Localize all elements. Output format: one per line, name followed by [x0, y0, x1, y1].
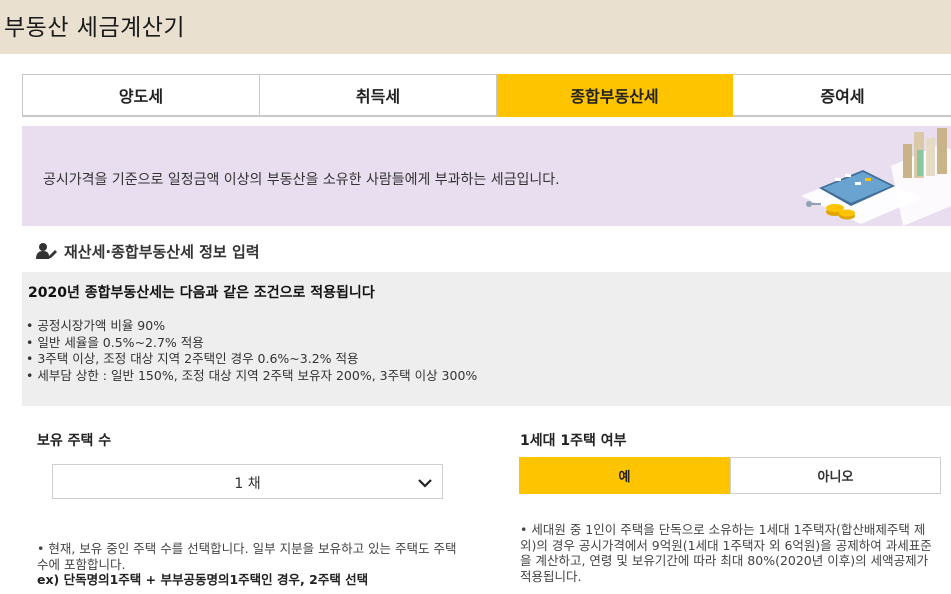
houses-owned-label: 보유 주택 수 — [37, 433, 112, 449]
description-banner: 공시가격을 기준으로 일정금액 이상의 부동산을 소유한 사람들에게 부과하는 … — [22, 126, 951, 226]
condition-item: 3주택 이상, 조정 대상 지역 2주택인 경우 0.6%~3.2% 적용 — [26, 351, 477, 368]
one-house-no-button[interactable]: 아니오 — [730, 457, 941, 494]
section-title: 재산세·종합부동산세 정보 입력 — [64, 242, 260, 261]
houses-owned-note: • 현재, 보유 중인 주택 수를 선택합니다. 일부 지분을 보유하고 있는 … — [37, 541, 467, 588]
houses-note-text: • 현재, 보유 중인 주택 수를 선택합니다. 일부 지분을 보유하고 있는 … — [37, 541, 457, 572]
tax-tabs: 양도세 취득세 종합부동산세 증여세 — [22, 74, 951, 117]
houses-owned-value: 1 채 — [234, 476, 261, 492]
tab-comprehensive-real-estate-tax[interactable]: 종합부동산세 — [497, 74, 733, 117]
condition-item: 공정시장가액 비율 90% — [26, 318, 477, 335]
tab-acquisition-tax[interactable]: 취득세 — [260, 74, 497, 117]
one-house-yes-button[interactable]: 예 — [519, 457, 730, 494]
calculator-buildings-illustration — [801, 128, 951, 226]
condition-item: 일반 세율을 0.5%~2.7% 적용 — [26, 335, 477, 352]
user-edit-icon — [36, 243, 57, 259]
app-title: 부동산 세금계산기 — [4, 15, 186, 41]
chevron-down-icon — [418, 479, 432, 488]
title-bar: 부동산 세금계산기 — [0, 0, 951, 54]
houses-note-example: ex) 단독명의1주택 + 부부공동명의1주택인 경우, 2주택 선택 — [37, 572, 369, 587]
conditions-heading: 2020년 종합부동산세는 다음과 같은 조건으로 적용됩니다 — [28, 285, 375, 301]
one-house-note: • 세대원 중 1인이 주택을 단독으로 소유하는 1세대 1주택자(합산배제주… — [520, 522, 932, 584]
one-house-label: 1세대 1주택 여부 — [520, 433, 627, 449]
tab-gift-tax[interactable]: 증여세 — [733, 74, 951, 117]
condition-item: 세부담 상한 : 일반 150%, 조정 대상 지역 2주택 보유자 200%,… — [26, 368, 477, 385]
section-header: 재산세·종합부동산세 정보 입력 — [36, 240, 260, 262]
conditions-list: 공정시장가액 비율 90% 일반 세율을 0.5%~2.7% 적용 3주택 이상… — [26, 318, 477, 384]
banner-description: 공시가격을 기준으로 일정금액 이상의 부동산을 소유한 사람들에게 부과하는 … — [43, 172, 560, 188]
tax-conditions-panel: 2020년 종합부동산세는 다음과 같은 조건으로 적용됩니다 공정시장가액 비… — [22, 272, 951, 406]
tab-capital-gains-tax[interactable]: 양도세 — [23, 74, 260, 117]
houses-owned-select[interactable]: 1 채 — [52, 464, 443, 499]
one-house-toggle: 예 아니오 — [519, 457, 941, 494]
